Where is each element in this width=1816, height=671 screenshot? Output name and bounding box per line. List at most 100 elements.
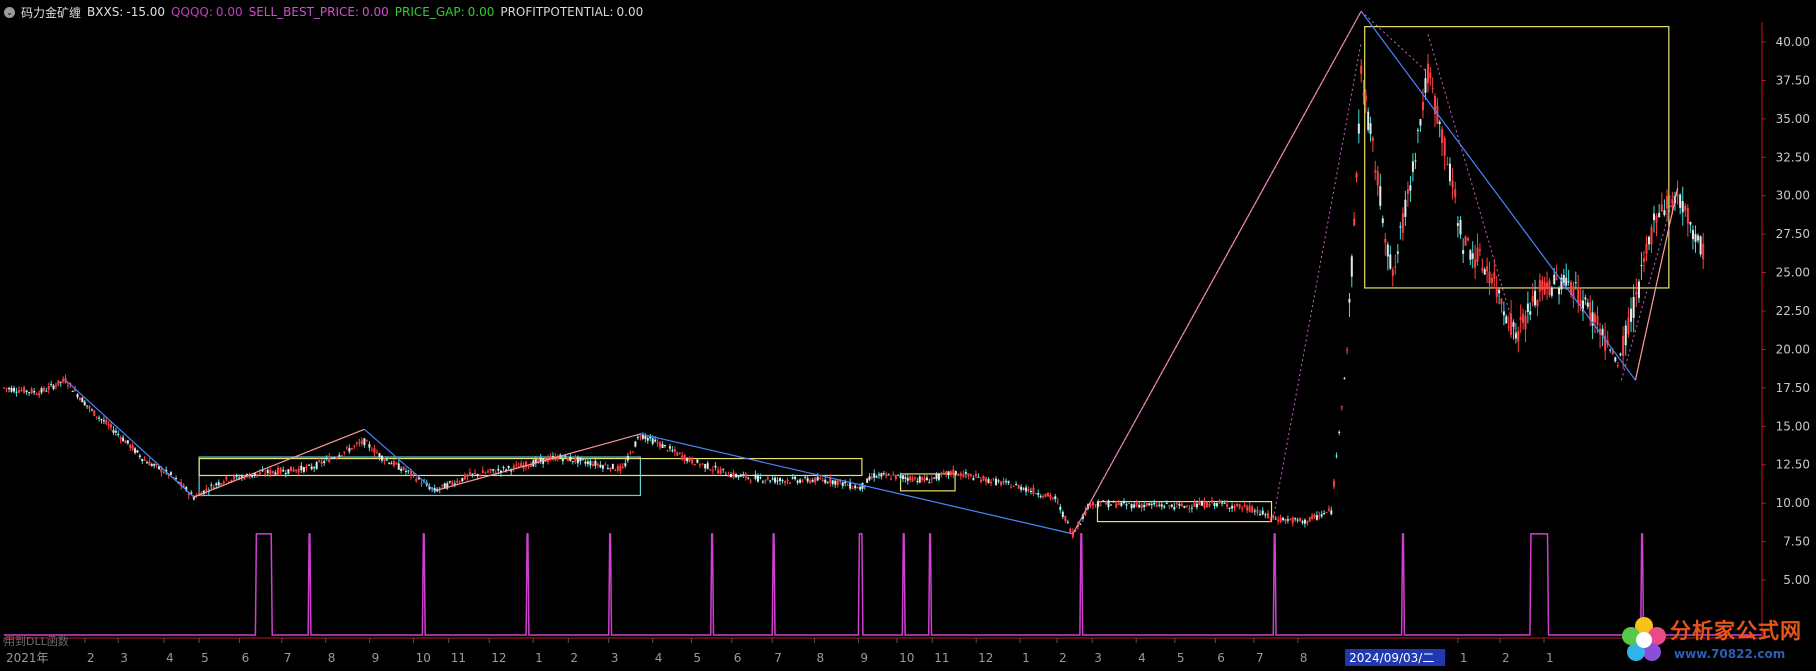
candle-body bbox=[1218, 500, 1221, 503]
candle-body bbox=[71, 390, 74, 392]
x-tick-label: 8 bbox=[1300, 651, 1308, 665]
candle-body bbox=[476, 473, 479, 477]
candle-body bbox=[210, 484, 213, 486]
candle-body bbox=[1241, 507, 1244, 509]
x-tick-label: 1 bbox=[535, 651, 543, 665]
candle-body bbox=[404, 470, 407, 472]
candle-body bbox=[1451, 180, 1454, 188]
candle-body bbox=[251, 475, 254, 477]
candle-body bbox=[918, 476, 921, 483]
candle-body bbox=[397, 463, 400, 470]
candle-body bbox=[353, 445, 356, 447]
candle-body bbox=[1104, 503, 1107, 505]
candle-body bbox=[1238, 504, 1241, 508]
candle-body bbox=[18, 390, 21, 393]
candle-body bbox=[754, 474, 757, 479]
y-tick-label: 10.00 bbox=[1776, 496, 1810, 510]
candle-body bbox=[388, 462, 391, 464]
candle-body bbox=[1526, 303, 1529, 313]
candle-body bbox=[1676, 194, 1679, 196]
kline-chart[interactable]: 5.007.5010.0012.5015.0017.5020.0022.5025… bbox=[0, 0, 1816, 671]
candle-body bbox=[1546, 282, 1549, 290]
candle-body bbox=[1624, 325, 1627, 346]
collapse-icon[interactable]: ⌄ bbox=[4, 6, 15, 18]
y-tick-label: 7.50 bbox=[1783, 535, 1810, 549]
candle-body bbox=[599, 464, 602, 468]
candle-body bbox=[1650, 227, 1653, 245]
candle-body bbox=[1005, 480, 1008, 482]
candle-body bbox=[1064, 515, 1067, 522]
candle-body bbox=[1474, 259, 1477, 268]
candle-body bbox=[1567, 281, 1570, 283]
indicator-value: 0.00 bbox=[215, 5, 243, 19]
candle-body bbox=[747, 477, 750, 479]
candle-body bbox=[1635, 291, 1638, 295]
candle-body bbox=[10, 387, 13, 392]
candle-body bbox=[274, 472, 277, 475]
candle-body bbox=[947, 471, 950, 476]
x-tick-label: 1 bbox=[1022, 651, 1030, 665]
candle-body bbox=[631, 451, 634, 453]
y-tick-label: 27.50 bbox=[1776, 227, 1810, 241]
candle-body bbox=[150, 464, 153, 466]
candle-body bbox=[1160, 504, 1163, 507]
candle-body bbox=[461, 477, 464, 482]
candle-body bbox=[25, 390, 28, 392]
candle-body bbox=[701, 463, 704, 465]
candle-body bbox=[1399, 226, 1402, 228]
candle-body bbox=[1411, 161, 1414, 172]
candle-body bbox=[819, 478, 822, 480]
candle-body bbox=[1226, 504, 1229, 507]
candle-body bbox=[1318, 515, 1321, 517]
candle-body bbox=[233, 476, 236, 480]
candle-body bbox=[614, 469, 617, 471]
candle-body bbox=[54, 385, 57, 387]
candle-body bbox=[512, 465, 515, 468]
candle-body bbox=[463, 474, 466, 480]
candle-body bbox=[318, 460, 321, 462]
x-tick-label: 12 bbox=[491, 651, 506, 665]
candle-body bbox=[402, 466, 405, 471]
candle-body bbox=[1558, 287, 1561, 295]
candle-body bbox=[1666, 195, 1669, 209]
y-tick-label: 22.50 bbox=[1776, 304, 1810, 318]
flower-logo-icon bbox=[1622, 617, 1666, 661]
candle-body bbox=[1462, 250, 1465, 254]
indicator-label: SELL_BEST_PRICE: bbox=[248, 5, 360, 19]
candle-body bbox=[1261, 510, 1264, 515]
candle-body bbox=[1645, 243, 1648, 254]
candle-body bbox=[1107, 500, 1110, 508]
candle-body bbox=[1476, 247, 1479, 263]
x-tick-label: 4 bbox=[1138, 651, 1146, 665]
candle-body bbox=[1632, 296, 1635, 318]
candle-body bbox=[350, 447, 353, 450]
y-tick-label: 32.50 bbox=[1776, 150, 1810, 164]
candle-body bbox=[1668, 196, 1671, 198]
dll-note: 用到DLL函数 bbox=[4, 635, 69, 648]
candle-body bbox=[390, 463, 393, 465]
candle-body bbox=[1259, 513, 1262, 515]
candle-body bbox=[673, 449, 676, 452]
candle-body bbox=[1267, 513, 1270, 518]
candle-body bbox=[1020, 486, 1023, 490]
candle-body bbox=[1441, 129, 1444, 144]
candle-body bbox=[957, 473, 960, 476]
candle-body bbox=[576, 457, 579, 464]
candle-body bbox=[1553, 274, 1556, 285]
candle-body bbox=[928, 482, 931, 484]
candle-body bbox=[1044, 493, 1047, 497]
candle-body bbox=[1017, 485, 1020, 489]
candle-body bbox=[1448, 163, 1451, 182]
candle-body bbox=[826, 482, 829, 484]
candle-body bbox=[1264, 514, 1267, 516]
candle-body bbox=[1619, 353, 1622, 356]
candle-body bbox=[1454, 189, 1457, 198]
candle-body bbox=[1094, 504, 1097, 506]
candle-body bbox=[1027, 489, 1030, 491]
candle-body bbox=[870, 476, 873, 478]
candle-body bbox=[83, 401, 86, 406]
candle-body bbox=[997, 480, 1000, 482]
candle-body bbox=[220, 483, 223, 485]
candle-body bbox=[409, 471, 412, 476]
candle-body bbox=[1478, 249, 1481, 251]
